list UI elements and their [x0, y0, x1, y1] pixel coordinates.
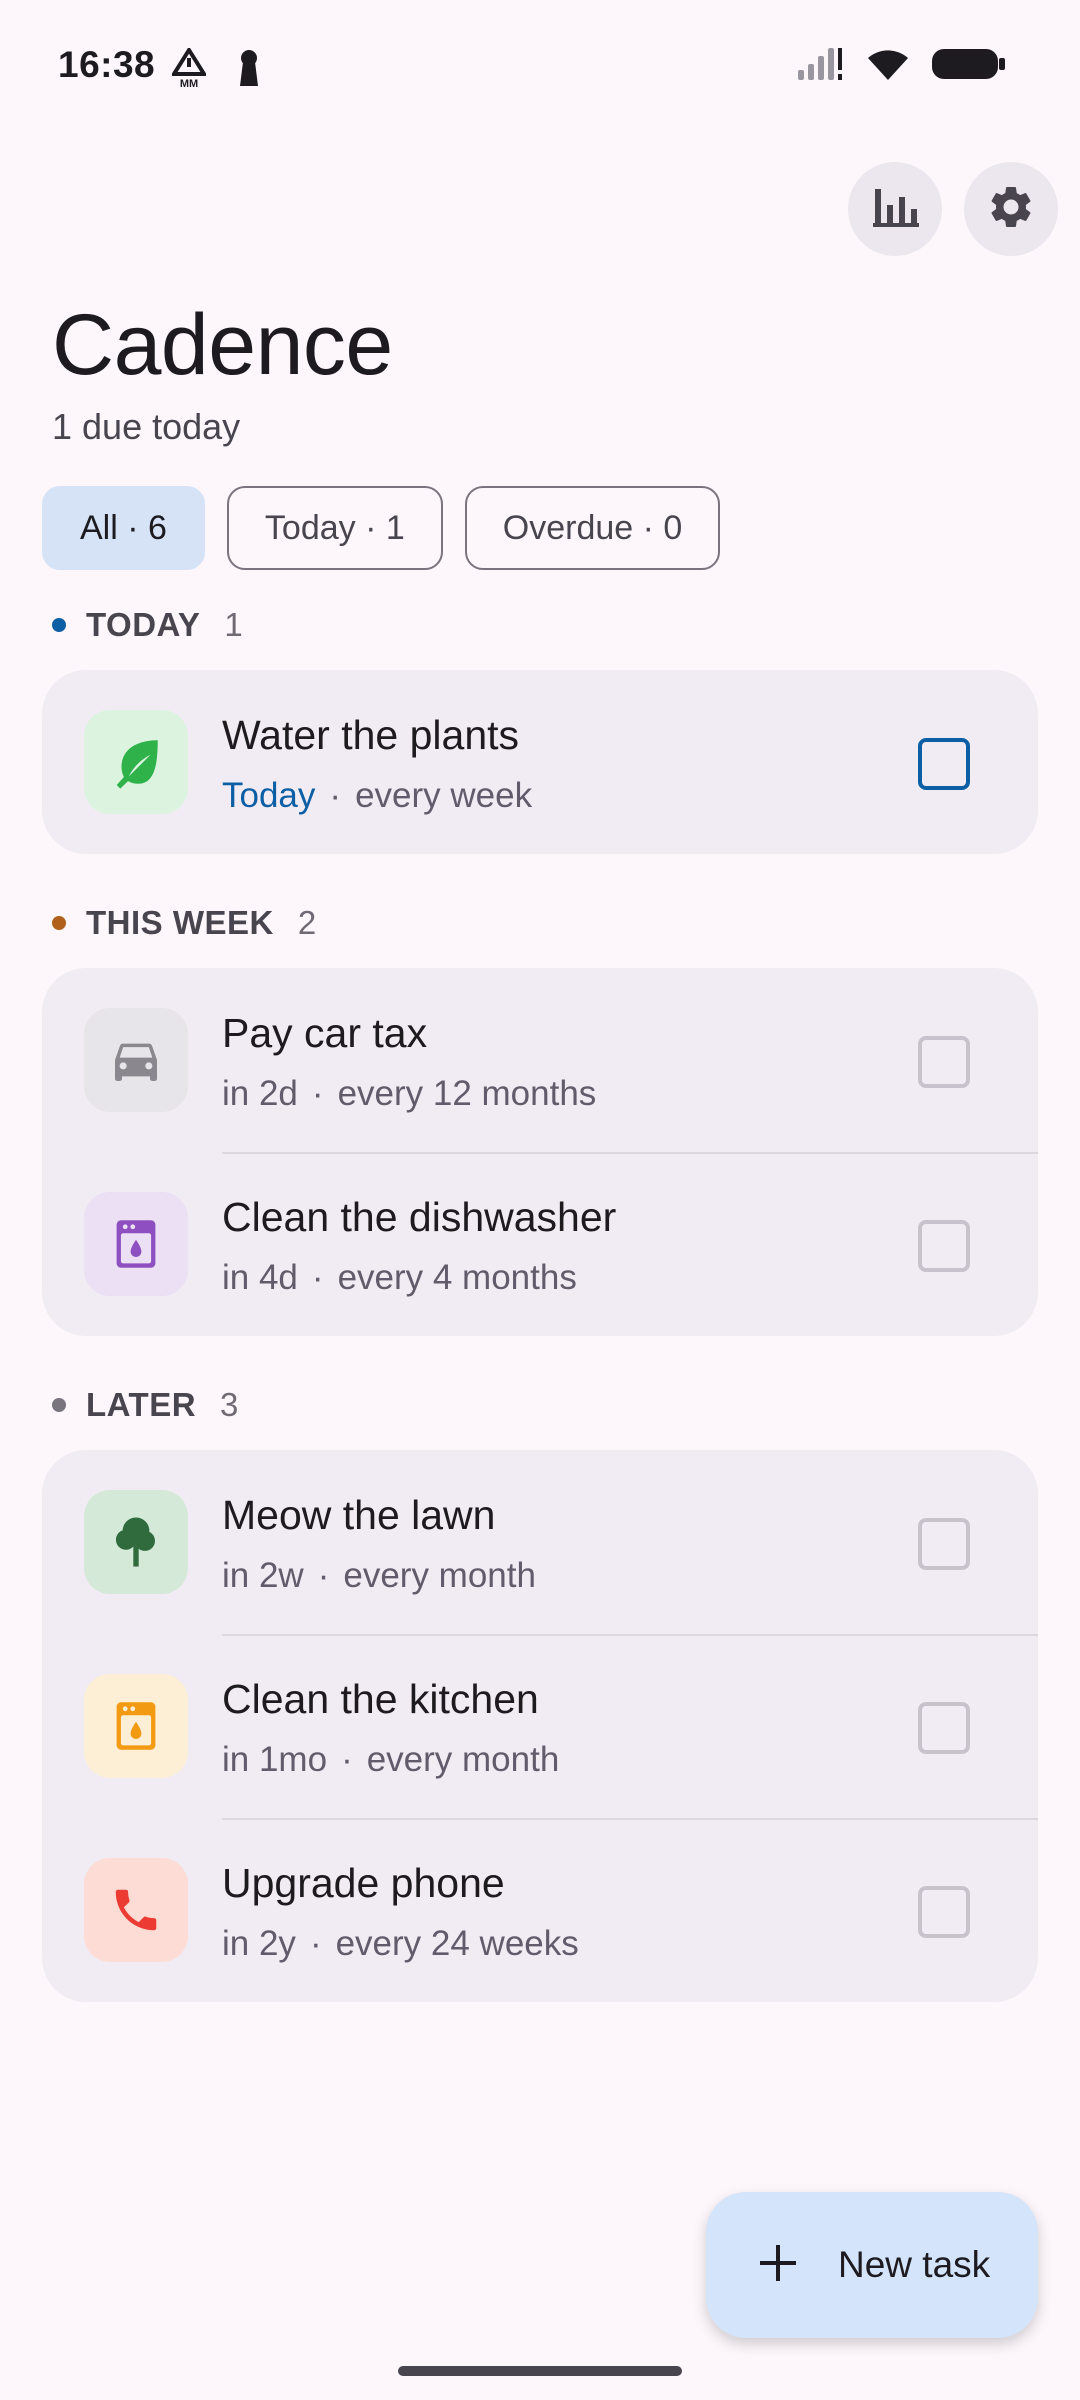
task-title: Water the plants — [222, 712, 520, 758]
task-row[interactable]: Clean the dishwasher in 4d · every 4 mon… — [42, 1152, 1038, 1336]
wifi-icon — [866, 46, 910, 87]
signal-icon — [796, 46, 844, 87]
section-header-today: TODAY 1 — [52, 606, 243, 644]
task-meta: in 1mo · every month — [222, 1740, 559, 1780]
task-card-this-week: Pay car tax in 2d · every 12 months Clea… — [42, 968, 1038, 1336]
task-due: in 4d — [222, 1258, 298, 1297]
section-count: 2 — [297, 904, 317, 941]
new-task-label: New task — [838, 2244, 991, 2285]
new-task-button[interactable]: New task — [706, 2192, 1038, 2338]
section-title: LATER — [86, 1386, 197, 1423]
warning-mm-icon: MM — [170, 46, 208, 93]
task-checkbox[interactable] — [918, 738, 970, 790]
task-recurrence: every 24 weeks — [335, 1924, 579, 1963]
task-title: Clean the dishwasher — [222, 1194, 617, 1240]
task-due: in 2d — [222, 1074, 298, 1113]
task-checkbox[interactable] — [918, 1886, 970, 1938]
meta-separator: · — [329, 776, 342, 815]
home-indicator[interactable] — [398, 2366, 682, 2376]
svg-text:MM: MM — [180, 78, 198, 88]
section-count: 1 — [224, 606, 243, 643]
task-checkbox[interactable] — [918, 1036, 970, 1088]
tree-icon — [84, 1490, 188, 1594]
cadence-screen: 16:38 MM Cadence 1 due today All · 6 Tod… — [0, 0, 1080, 2400]
task-title: Upgrade phone — [222, 1860, 505, 1906]
task-row[interactable]: Meow the lawn in 2w · every month — [42, 1450, 1038, 1634]
task-due: in 1mo — [222, 1740, 328, 1779]
keyhole-icon — [236, 48, 262, 93]
task-recurrence: every month — [343, 1556, 536, 1595]
meta-separator: · — [341, 1740, 353, 1779]
car-icon — [84, 1008, 188, 1112]
dishwasher-icon — [84, 1192, 188, 1296]
task-row[interactable]: Pay car tax in 2d · every 12 months — [42, 968, 1038, 1152]
meta-separator: · — [309, 1924, 322, 1963]
settings-button[interactable] — [964, 162, 1058, 256]
plus-icon — [758, 2243, 798, 2288]
task-checkbox[interactable] — [918, 1518, 970, 1570]
task-recurrence: every month — [366, 1740, 560, 1779]
task-title: Pay car tax — [222, 1010, 428, 1056]
section-dot — [52, 916, 66, 930]
task-meta: in 4d · every 4 months — [222, 1258, 577, 1298]
task-title: Clean the kitchen — [222, 1676, 539, 1722]
task-row[interactable]: Upgrade phone in 2y · every 24 weeks — [42, 1818, 1038, 2002]
task-due: in 2w — [222, 1556, 304, 1595]
bar-chart-icon — [871, 185, 919, 234]
task-meta: in 2w · every month — [222, 1556, 536, 1596]
task-due: Today — [222, 776, 316, 815]
task-row[interactable]: Clean the kitchen in 1mo · every month — [42, 1634, 1038, 1818]
task-checkbox[interactable] — [918, 1220, 970, 1272]
task-checkbox[interactable] — [918, 1702, 970, 1754]
section-dot — [52, 618, 66, 632]
appliance-icon — [84, 1674, 188, 1778]
status-time: 16:38 — [58, 44, 156, 85]
task-meta: Today · every week — [222, 776, 532, 816]
task-card-today: Water the plants Today · every week — [42, 670, 1038, 854]
meta-separator: · — [311, 1258, 324, 1297]
section-title: THIS WEEK — [86, 904, 274, 941]
leaf-icon — [84, 710, 188, 814]
meta-separator: · — [311, 1074, 324, 1113]
section-header-later: LATER 3 — [52, 1386, 238, 1424]
page-title: Cadence — [52, 297, 393, 393]
phone-icon — [84, 1858, 188, 1962]
gear-icon — [986, 182, 1036, 237]
due-summary: 1 due today — [52, 406, 241, 447]
section-title: TODAY — [86, 606, 201, 643]
status-bar: 16:38 MM — [0, 0, 1080, 140]
battery-icon — [932, 47, 1006, 86]
filter-chip-overdue[interactable]: Overdue · 0 — [464, 486, 721, 570]
section-header-this-week: THIS WEEK 2 — [52, 904, 316, 942]
task-card-later: Meow the lawn in 2w · every month Clean … — [42, 1450, 1038, 2002]
section-count: 3 — [220, 1386, 239, 1423]
task-due: in 2y — [222, 1924, 296, 1963]
meta-separator: · — [317, 1556, 330, 1595]
task-title: Meow the lawn — [222, 1492, 496, 1538]
task-recurrence: every 12 months — [337, 1074, 597, 1113]
filter-chip-today[interactable]: Today · 1 — [226, 486, 443, 570]
filter-chips: All · 6 Today · 1 Overdue · 0 — [42, 486, 721, 570]
task-row[interactable]: Water the plants Today · every week — [42, 670, 1038, 854]
filter-chip-all[interactable]: All · 6 — [42, 486, 205, 570]
task-meta: in 2y · every 24 weeks — [222, 1924, 579, 1964]
task-recurrence: every 4 months — [337, 1258, 577, 1297]
task-meta: in 2d · every 12 months — [222, 1074, 596, 1114]
task-recurrence: every week — [355, 776, 533, 815]
section-dot — [52, 1398, 66, 1412]
stats-button[interactable] — [848, 162, 942, 256]
